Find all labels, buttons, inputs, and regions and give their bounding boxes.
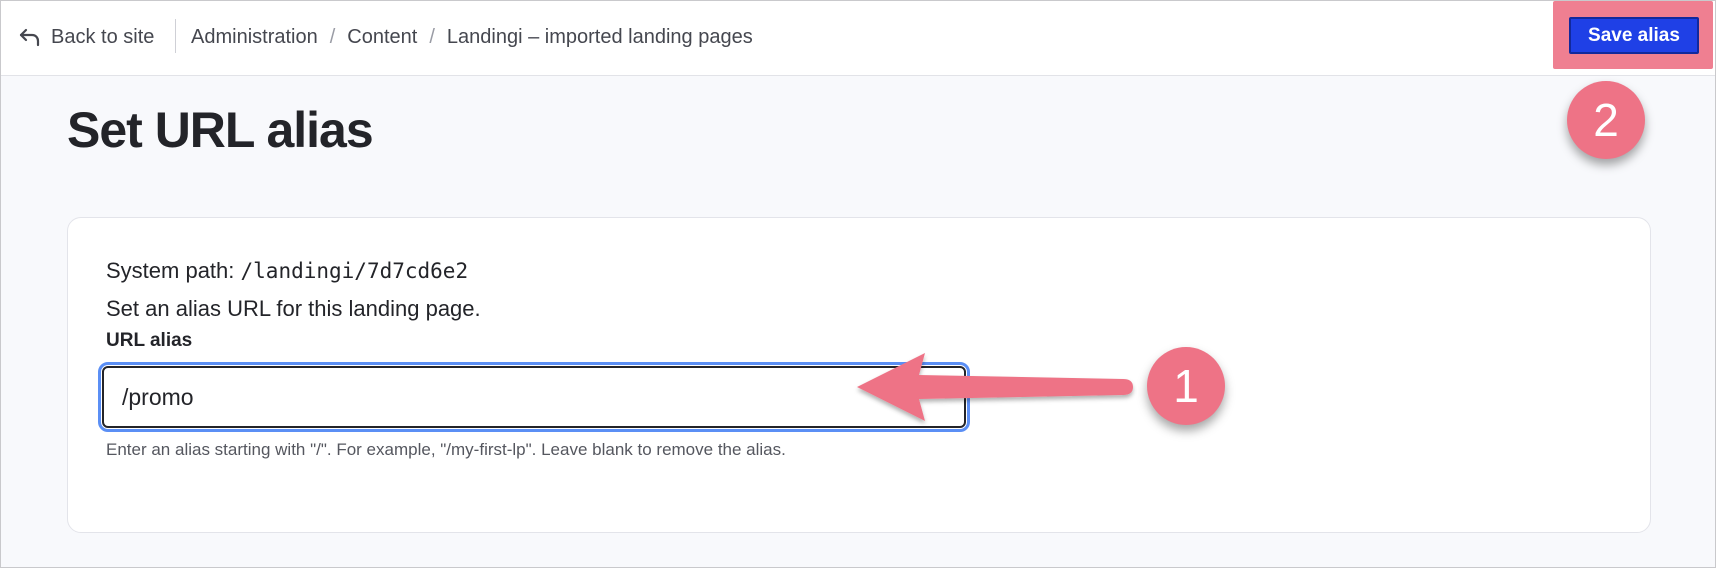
app-window: Back to site Administration / Content / …: [0, 0, 1716, 568]
step-1-callout: 1: [1147, 347, 1225, 425]
page-title: Set URL alias: [67, 102, 374, 158]
breadcrumb-landingi[interactable]: Landingi – imported landing pages: [447, 26, 753, 49]
url-alias-input[interactable]: [98, 362, 970, 432]
toolbar-divider: [175, 19, 176, 53]
breadcrumb-content[interactable]: Content: [347, 26, 417, 49]
annotation-arrow-icon: [857, 353, 1133, 421]
return-arrow-icon: [19, 28, 40, 47]
breadcrumb-separator: /: [429, 25, 435, 48]
breadcrumb: Administration / Content / Landingi – im…: [191, 23, 753, 51]
system-path-value: /landingi/7d7cd6e2: [240, 259, 469, 283]
back-to-site-link[interactable]: Back to site: [19, 23, 154, 51]
form-intro: Set an alias URL for this landing page.: [106, 296, 481, 321]
breadcrumb-separator: /: [329, 25, 336, 48]
step-2-callout: 2: [1567, 81, 1645, 159]
url-alias-description: Enter an alias starting with "/". For ex…: [106, 440, 786, 459]
system-path-label: System path:: [106, 258, 235, 283]
url-alias-label: URL alias: [106, 330, 193, 351]
back-to-site-label: Back to site: [51, 25, 155, 48]
save-alias-button[interactable]: Save alias: [1569, 17, 1699, 54]
system-path: System path: /landingi/7d7cd6e2: [106, 258, 468, 284]
breadcrumb-administration[interactable]: Administration: [191, 26, 318, 49]
top-toolbar: Back to site Administration / Content / …: [1, 1, 1715, 76]
